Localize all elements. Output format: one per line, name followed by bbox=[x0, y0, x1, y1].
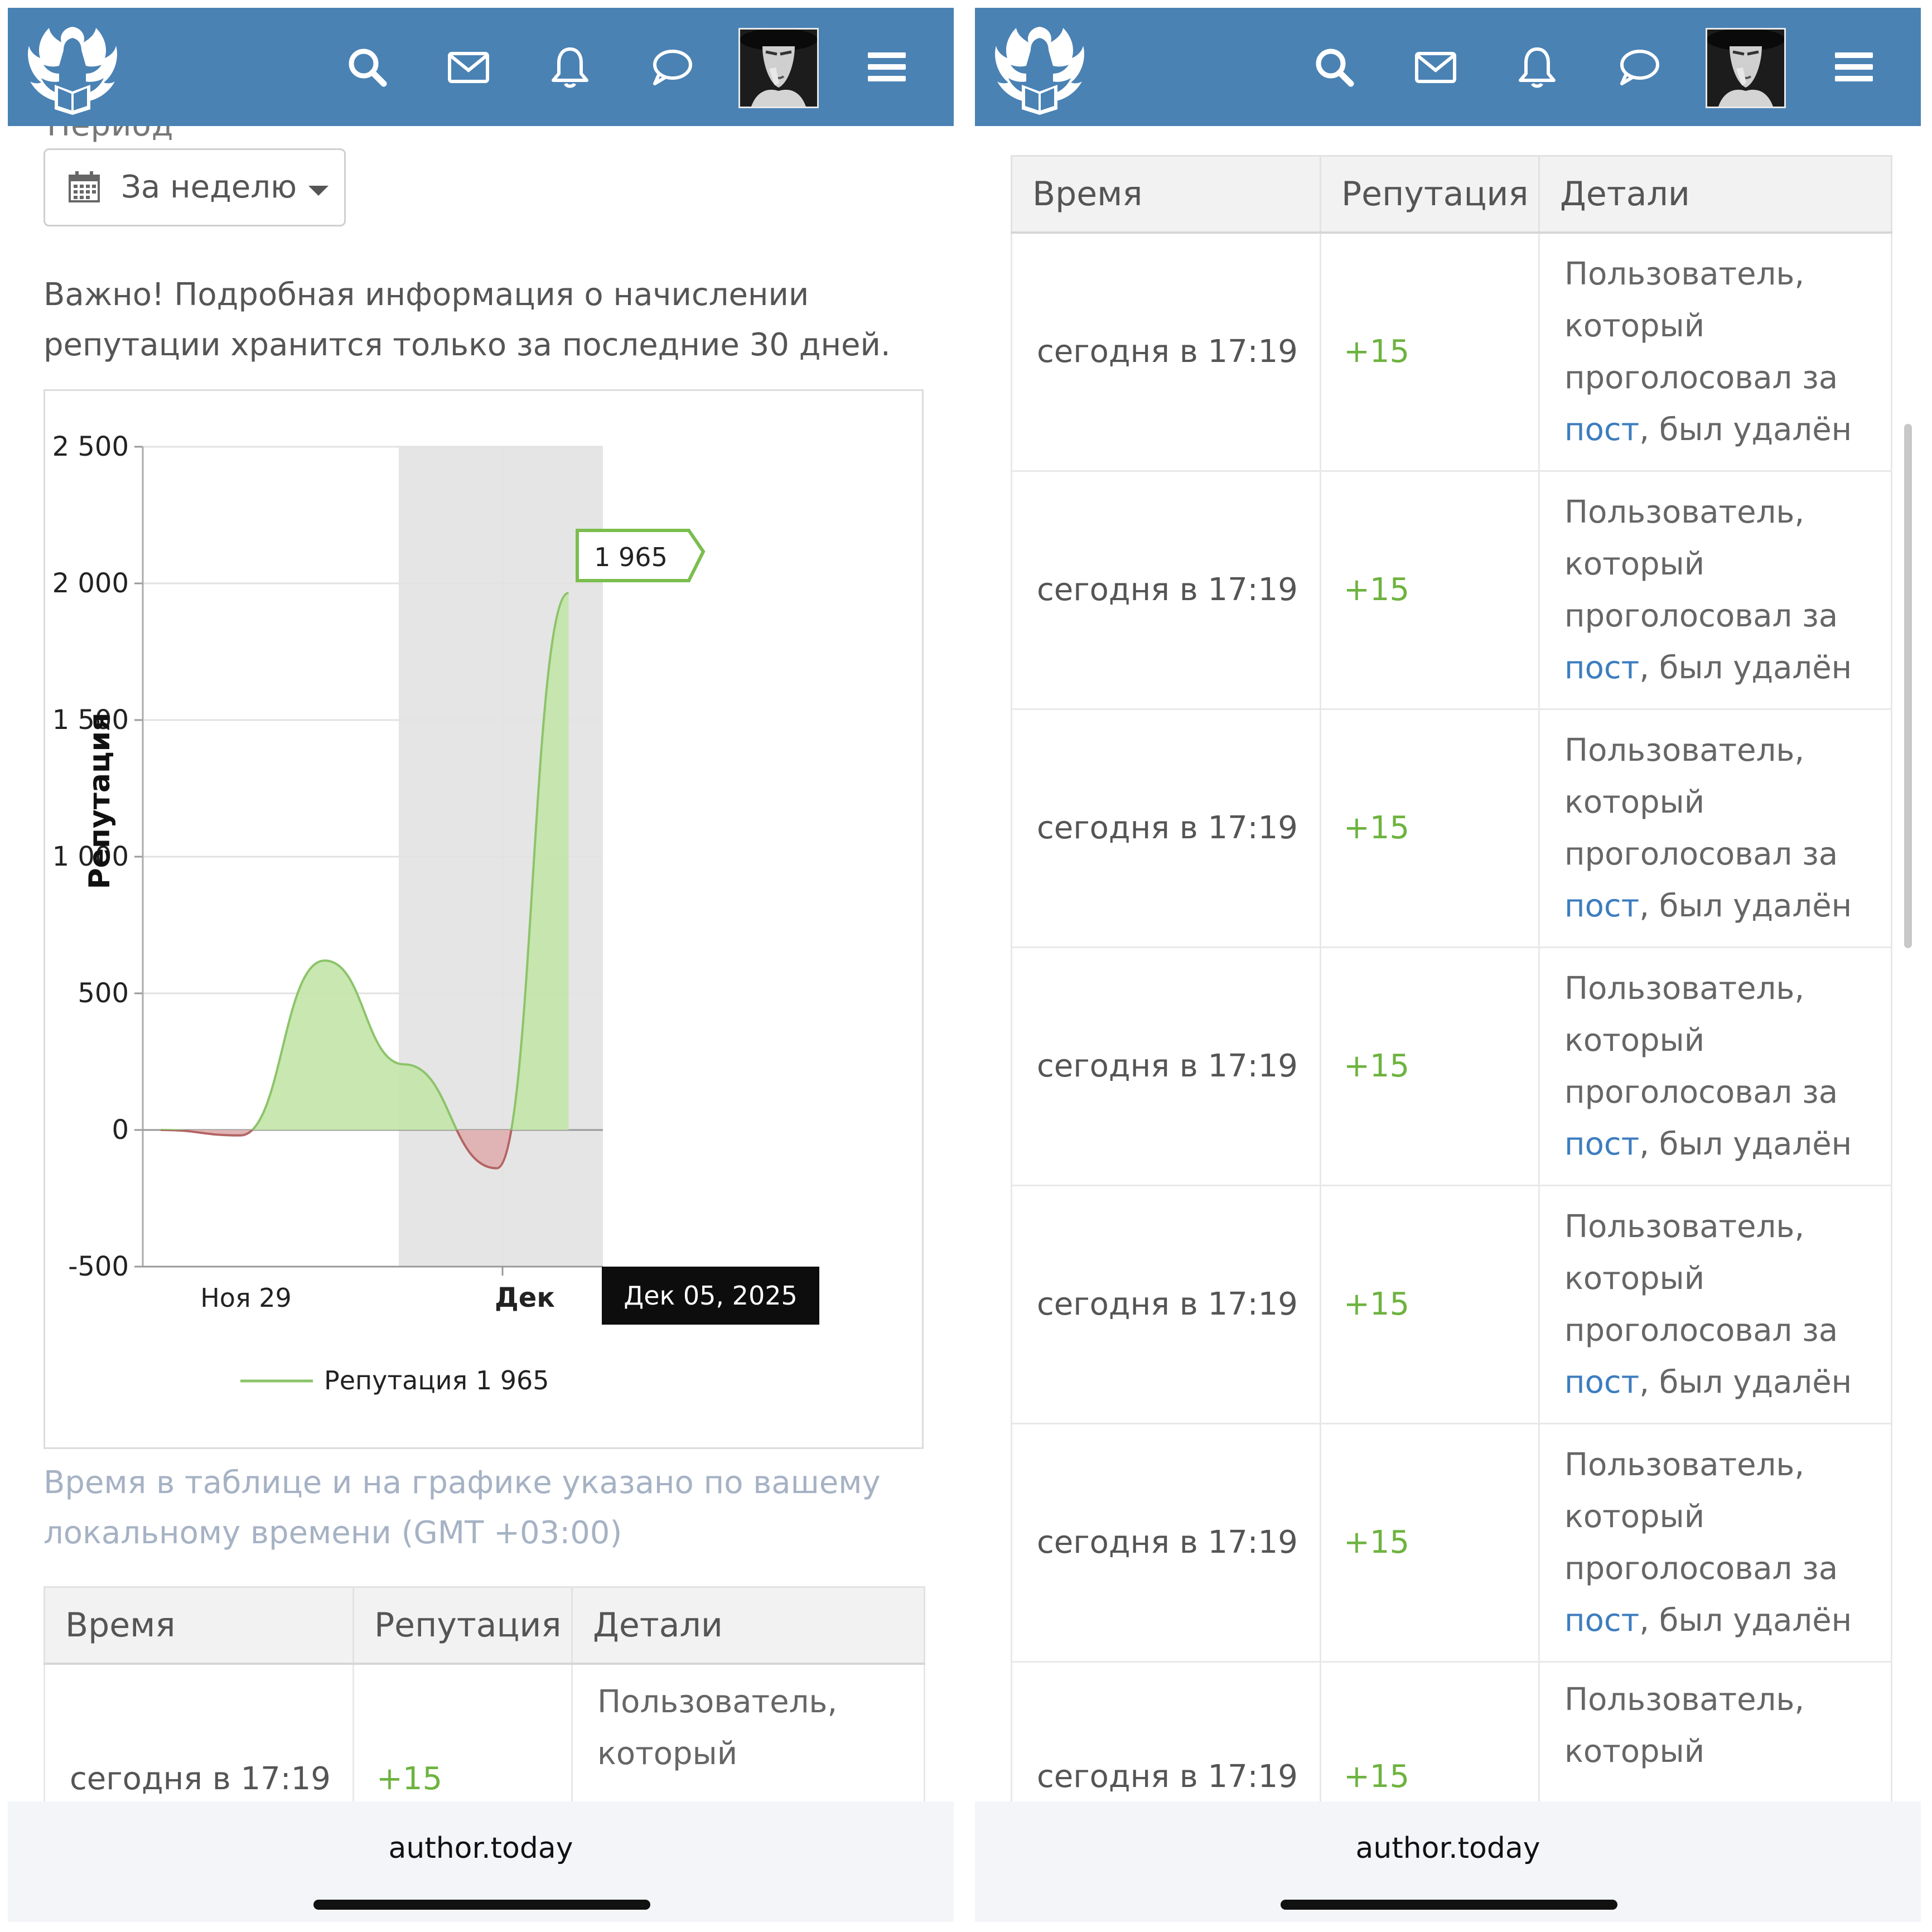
cell-reputation: +15 bbox=[1320, 1184, 1540, 1424]
x-tick-label: Дек bbox=[495, 1282, 555, 1313]
browser-bottom-bar: author.today bbox=[8, 1801, 954, 1922]
detail-suffix: , был удалён bbox=[1639, 411, 1852, 448]
value-tooltip-text: 1 965 bbox=[594, 542, 668, 572]
browser-bottom-bar: author.today bbox=[975, 1801, 1921, 1922]
table-row: сегодня в 17:19 +15 Пользователь, который … bbox=[1011, 1422, 1892, 1663]
x-tick-label: Ноя 29 bbox=[200, 1283, 292, 1313]
col-header-time: Время bbox=[1011, 155, 1321, 234]
reputation-chart-svg: 2 5002 0001 5001 0005000-500РепутацияНоя… bbox=[52, 431, 819, 1395]
cell-time: сегодня в 17:19 bbox=[1011, 1184, 1321, 1424]
detail-text: Пользователь, который проголосовал за bbox=[1564, 1208, 1838, 1349]
avatar[interactable] bbox=[1706, 28, 1786, 108]
calendar-icon bbox=[66, 169, 102, 205]
cell-time: сегодня в 17:19 bbox=[1011, 470, 1321, 710]
cell-details: Пользователь, который проголосовал за по… bbox=[1538, 1184, 1892, 1424]
home-indicator[interactable] bbox=[1281, 1900, 1617, 1910]
detail-text: Пользователь, который проголосовал за bbox=[1564, 1446, 1838, 1587]
y-axis-label: Репутация bbox=[83, 713, 117, 890]
cell-reputation: +15 bbox=[1320, 708, 1540, 948]
detail-suffix: , был удалён bbox=[1639, 1602, 1852, 1639]
post-link[interactable]: пост bbox=[1564, 1126, 1639, 1162]
post-link[interactable]: пост bbox=[1564, 1602, 1639, 1639]
top-navbar bbox=[975, 8, 1921, 126]
reputation-table-right: Время Репутация Детали сегодня в 17:19 +1… bbox=[1011, 155, 1892, 1901]
table-row: сегодня в 17:19 +15 Пользователь, который … bbox=[1011, 1184, 1892, 1424]
browser-url[interactable]: author.today bbox=[975, 1832, 1921, 1865]
post-link[interactable]: пост bbox=[1564, 1364, 1639, 1400]
col-header-time: Время bbox=[44, 1586, 354, 1665]
home-indicator[interactable] bbox=[313, 1900, 650, 1910]
cell-details: Пользователь, который проголосовал за по… bbox=[1538, 470, 1892, 710]
detail-suffix: , был удалён bbox=[1639, 887, 1852, 924]
post-link[interactable]: пост bbox=[1564, 412, 1639, 448]
table-row: сегодня в 17:19 +15 Пользователь, который … bbox=[1011, 708, 1892, 948]
detail-suffix: , был удалён bbox=[1639, 1364, 1852, 1400]
col-header-reputation: Репутация bbox=[1320, 155, 1540, 234]
post-link[interactable]: пост bbox=[1564, 650, 1639, 686]
cell-reputation: +15 bbox=[1320, 231, 1540, 472]
period-dropdown-label: За неделю bbox=[121, 169, 297, 205]
col-header-details: Детали bbox=[571, 1586, 925, 1665]
bell-icon[interactable] bbox=[1513, 42, 1562, 91]
cell-details: Пользователь, который проголосовал за по… bbox=[1538, 231, 1892, 472]
mail-icon[interactable] bbox=[1411, 42, 1460, 91]
col-header-reputation: Репутация bbox=[352, 1586, 573, 1665]
cell-time: сегодня в 17:19 bbox=[1011, 1422, 1321, 1663]
search-icon[interactable] bbox=[342, 42, 392, 91]
date-tooltip-text: Дек 05, 2025 bbox=[624, 1281, 798, 1311]
table-row: сегодня в 17:19 +15 Пользователь, который … bbox=[1011, 470, 1892, 710]
cell-reputation: +15 bbox=[1320, 946, 1540, 1186]
table-row: сегодня в 17:19 +15 Пользователь, который … bbox=[1011, 946, 1892, 1186]
legend-label: Репутация 1 965 bbox=[324, 1365, 549, 1395]
avatar[interactable] bbox=[738, 28, 819, 108]
cell-time: сегодня в 17:19 bbox=[1011, 231, 1321, 472]
cell-details: Пользователь, который проголосовал за по… bbox=[1538, 946, 1892, 1186]
y-tick-label: -500 bbox=[68, 1251, 129, 1282]
period-dropdown[interactable]: За неделю bbox=[44, 148, 346, 226]
scrollbar[interactable] bbox=[1904, 424, 1912, 948]
cell-reputation: +15 bbox=[1320, 470, 1540, 710]
chat-icon[interactable] bbox=[1614, 42, 1663, 91]
y-tick-label: 2 500 bbox=[52, 431, 129, 462]
search-icon[interactable] bbox=[1310, 42, 1359, 91]
logo-eagle-icon[interactable] bbox=[25, 22, 120, 116]
bell-icon[interactable] bbox=[545, 42, 595, 91]
top-navbar bbox=[8, 8, 954, 126]
cell-time: сегодня в 17:19 bbox=[1011, 946, 1321, 1186]
cell-details: Пользователь, который проголосовал за по… bbox=[1538, 1422, 1892, 1663]
y-tick-label: 2 000 bbox=[52, 568, 129, 599]
detail-text: Пользователь, который проголосовал за bbox=[1564, 255, 1838, 396]
detail-text: Пользователь, который проголосовал за bbox=[1564, 732, 1838, 872]
reputation-chart: 2 500 2 000 1 500 1 000 500 0 -500 Репутация Ноя… bbox=[44, 389, 924, 1449]
cell-reputation: +15 bbox=[1320, 1422, 1540, 1663]
detail-suffix: , был удалён bbox=[1639, 1126, 1852, 1162]
retention-notice: Важно! Подробная информация о начислении… bbox=[44, 277, 891, 363]
detail-text: Пользователь, который проголосовал за bbox=[1564, 970, 1838, 1110]
right-screenshot-panel: Время Репутация Детали сегодня в 17:19 +1… bbox=[975, 8, 1921, 1922]
cell-details: Пользователь, который проголосовал за по… bbox=[1538, 708, 1892, 948]
timezone-note: Время в таблице и на графике указано по … bbox=[44, 1465, 881, 1551]
menu-icon[interactable] bbox=[1829, 42, 1878, 91]
chevron-down-icon bbox=[308, 186, 329, 196]
menu-icon[interactable] bbox=[862, 42, 911, 91]
y-tick-label: 0 bbox=[112, 1114, 129, 1146]
mail-icon[interactable] bbox=[444, 42, 493, 91]
col-header-details: Детали bbox=[1538, 155, 1892, 234]
detail-suffix: , был удалён bbox=[1639, 649, 1852, 686]
cell-time: сегодня в 17:19 bbox=[1011, 708, 1321, 948]
chat-icon[interactable] bbox=[647, 42, 696, 91]
y-tick-label: 500 bbox=[78, 978, 129, 1009]
post-link[interactable]: пост bbox=[1564, 888, 1639, 924]
table-row: сегодня в 17:19 +15 Пользователь, который … bbox=[1011, 231, 1892, 472]
left-screenshot-panel: Период bbox=[8, 8, 954, 1922]
logo-eagle-icon[interactable] bbox=[992, 22, 1088, 116]
detail-text: Пользователь, который проголосовал за bbox=[1564, 494, 1838, 634]
browser-url[interactable]: author.today bbox=[8, 1832, 954, 1865]
